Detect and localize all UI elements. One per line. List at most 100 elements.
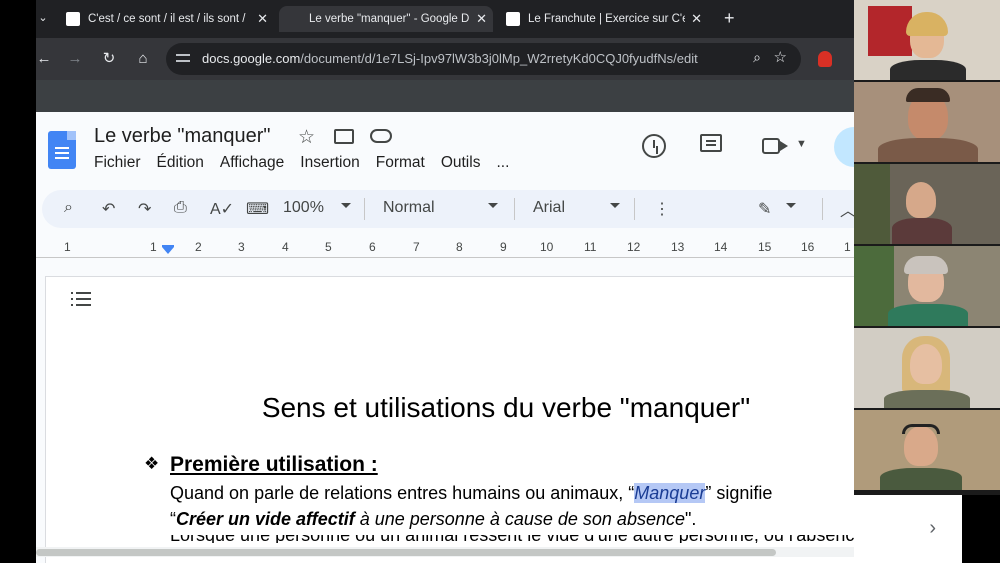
document-heading: Sens et utilisations du verbe "manquer" xyxy=(261,392,751,423)
menu-insertion[interactable]: Insertion xyxy=(300,154,359,172)
home-icon[interactable]: ⌂ xyxy=(132,48,154,70)
star-icon[interactable]: ☆ xyxy=(298,126,315,149)
zoom-dropdown-icon[interactable] xyxy=(341,203,351,208)
extension-icon[interactable] xyxy=(818,51,832,67)
text-run: Quand on parle de relations entres humai… xyxy=(170,483,635,503)
url-domain: docs.google.com xyxy=(202,51,301,66)
participant-tile-1[interactable] xyxy=(854,0,1000,80)
ruler-label: 11 xyxy=(584,240,597,254)
ruler-label: 4 xyxy=(282,240,289,254)
participant-body xyxy=(880,468,962,490)
menu-affichage[interactable]: Affichage xyxy=(220,154,284,172)
style-dropdown-icon[interactable] xyxy=(488,203,498,208)
spellcheck-icon[interactable]: A✓ xyxy=(210,199,234,219)
browser-tab-2[interactable]: Le verbe "manquer" - Google D ✕ xyxy=(279,6,493,138)
meet-camera-icon[interactable] xyxy=(762,138,788,154)
section-title: Première utilisation : xyxy=(170,453,378,476)
tab-title: Le verbe "manquer" - Google D xyxy=(309,13,470,25)
editing-mode-dropdown-icon[interactable] xyxy=(786,203,796,208)
tab-title: C'est / ce sont / il est / ils sont / xyxy=(88,13,246,25)
menu-outils[interactable]: Outils xyxy=(441,154,481,172)
participant-tile-3[interactable] xyxy=(854,164,1000,244)
ruler-label: 8 xyxy=(456,240,463,254)
bold-italic-text: Créer un vide affectif xyxy=(176,509,355,529)
participant-tile-5[interactable] xyxy=(854,328,1000,408)
paragraph-line-2: “Créer un vide affectif à une personne à… xyxy=(170,509,696,530)
menu-bar: Fichier Édition Affichage Insertion Form… xyxy=(94,154,509,172)
formatting-toolbar: ⌕ ↶ ↷ ⎙ A✓ ⌨ 100% Normal Arial ⋮ ✎ ︿ xyxy=(42,190,854,228)
ruler-label: 6 xyxy=(369,240,376,254)
paint-format-icon[interactable]: ⌨ xyxy=(246,199,269,219)
menu-edition[interactable]: Édition xyxy=(157,154,204,172)
horizontal-scrollbar[interactable] xyxy=(36,547,854,557)
back-arrow-icon[interactable]: ← xyxy=(33,48,55,70)
bookmarks-area xyxy=(36,80,854,112)
share-button[interactable] xyxy=(834,127,854,167)
document-outline-icon[interactable] xyxy=(71,291,91,307)
ruler[interactable]: 1 1 2 3 4 5 6 7 8 9 10 11 12 13 14 15 16… xyxy=(36,234,854,264)
site-settings-icon[interactable] xyxy=(176,51,190,65)
ruler-label: 12 xyxy=(627,240,641,254)
ruler-label: 2 xyxy=(195,240,202,254)
chevron-right-icon[interactable]: › xyxy=(929,517,936,540)
text-run: ” signifie xyxy=(705,483,773,503)
menu-more[interactable]: ... xyxy=(496,154,509,172)
selected-text: Manquer xyxy=(634,483,706,503)
editing-mode-pencil-icon[interactable]: ✎ xyxy=(758,199,771,219)
ruler-label: 14 xyxy=(714,240,728,254)
ruler-label: 10 xyxy=(540,240,554,254)
zoom-select[interactable]: 100% xyxy=(283,199,324,217)
browser-tab-strip: ⌄ C'est / ce sont / il est / ils sont / … xyxy=(36,0,854,138)
close-icon[interactable]: ✕ xyxy=(691,11,702,27)
docs-logo-icon[interactable] xyxy=(48,131,76,169)
reload-icon[interactable]: ↻ xyxy=(98,48,120,70)
menu-format[interactable]: Format xyxy=(376,154,425,172)
scrollbar-thumb[interactable] xyxy=(36,549,776,556)
participant-tile-2[interactable] xyxy=(854,82,1000,162)
search-icon[interactable]: ⌕ xyxy=(753,49,761,66)
document-page[interactable]: Sens et utilisations du verbe "manquer" … xyxy=(45,276,854,563)
google-docs-app: Le verbe "manquer" ☆ Fichier Édition Aff… xyxy=(36,112,854,563)
participant-tile-6[interactable] xyxy=(854,410,1000,490)
url-text: docs.google.com/document/d/1e7LSj-Ipv97l… xyxy=(202,51,698,66)
search-menus-icon[interactable]: ⌕ xyxy=(64,199,73,217)
redo-icon[interactable]: ↷ xyxy=(138,199,151,219)
participant-body xyxy=(884,390,970,408)
ruler-label: 15 xyxy=(758,240,772,254)
font-select[interactable]: Arial xyxy=(533,199,565,217)
more-options-icon[interactable]: ⋮ xyxy=(654,199,670,219)
font-dropdown-icon[interactable] xyxy=(610,203,620,208)
chevron-down-icon[interactable]: ▼ xyxy=(796,138,807,150)
cloud-saved-icon[interactable] xyxy=(370,129,392,143)
tab-title: Le Franchute | Exercice sur C'est xyxy=(528,13,686,25)
next-page-panel[interactable]: › xyxy=(854,495,962,563)
forward-arrow-icon[interactable]: → xyxy=(64,48,86,70)
site-favicon-icon xyxy=(66,12,80,26)
ruler-label: 5 xyxy=(325,240,332,254)
video-call-panel xyxy=(854,0,1000,495)
browser-tab-3[interactable]: Le Franchute | Exercice sur C'est ✕ xyxy=(498,6,708,32)
indent-marker-arrow[interactable] xyxy=(162,247,174,254)
new-tab-plus-icon[interactable]: + xyxy=(724,8,735,29)
participant-body xyxy=(892,218,952,244)
close-icon[interactable]: ✕ xyxy=(476,11,487,27)
close-icon[interactable]: ✕ xyxy=(257,11,268,27)
participant-tile-4[interactable] xyxy=(854,246,1000,326)
hide-menus-chevron-icon[interactable]: ︿ xyxy=(840,197,854,221)
screen: ⌄ C'est / ce sont / il est / ils sont / … xyxy=(0,0,1000,563)
url-input[interactable]: docs.google.com/document/d/1e7LSj-Ipv97l… xyxy=(166,43,801,75)
style-select[interactable]: Normal xyxy=(383,199,435,217)
document-title[interactable]: Le verbe "manquer" xyxy=(94,125,271,148)
site-favicon-icon xyxy=(506,12,520,26)
menu-fichier[interactable]: Fichier xyxy=(94,154,141,172)
version-history-icon[interactable] xyxy=(642,134,666,158)
print-icon[interactable]: ⎙ xyxy=(174,199,187,217)
undo-icon[interactable]: ↶ xyxy=(102,199,115,219)
tab-search-chevron-icon[interactable]: ⌄ xyxy=(36,8,50,28)
paragraph-line-1: Quand on parle de relations entres humai… xyxy=(170,483,772,504)
move-folder-icon[interactable] xyxy=(334,129,354,144)
url-path: /document/d/1e7LSj-Ipv97lW3b3j0lMp_W2rre… xyxy=(300,51,698,66)
comments-icon[interactable] xyxy=(700,134,722,152)
browser-tab-1[interactable]: C'est / ce sont / il est / ils sont / ✕ xyxy=(58,6,274,32)
bookmark-star-icon[interactable]: ☆ xyxy=(774,48,787,66)
